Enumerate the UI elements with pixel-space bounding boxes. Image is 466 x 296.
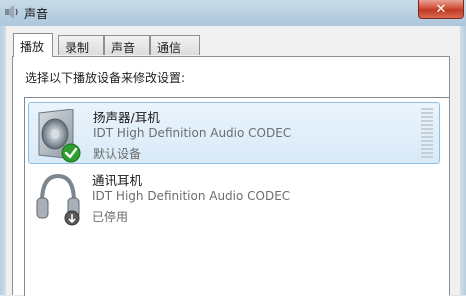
playback-device-list[interactable]: 扬声器/耳机 IDT High Definition Audio CODEC 默… — [24, 97, 449, 296]
tab-sounds[interactable]: 声音 — [104, 35, 150, 55]
tab-label: 通信 — [157, 41, 182, 55]
window-title: 声音 — [24, 7, 49, 21]
tab-playback[interactable]: 播放 — [13, 33, 53, 57]
headset-icon — [36, 173, 80, 226]
tab-label: 录制 — [65, 41, 90, 55]
instruction-text: 选择以下播放设备来修改设置: — [25, 71, 186, 85]
device-description: IDT High Definition Audio CODEC — [93, 126, 292, 140]
device-item-headset[interactable]: 通讯耳机 IDT High Definition Audio CODEC 已停用 — [28, 166, 440, 228]
sound-app-icon — [5, 5, 18, 19]
device-item-speakers[interactable]: 扬声器/耳机 IDT High Definition Audio CODEC 默… — [28, 102, 440, 164]
window-frame-right — [460, 26, 466, 295]
playback-panel: 选择以下播放设备来修改设置: 扬声器/耳机 IDT High Definitio… — [12, 56, 450, 296]
close-button[interactable]: ✕ — [418, 0, 464, 19]
device-description: IDT High Definition Audio CODEC — [92, 189, 291, 203]
dialog-body: 播放 录制 声音 通信 选择以下播放设备来修改设置: 扬声器/耳机 IDT Hi… — [6, 26, 460, 296]
device-status: 已停用 — [92, 210, 129, 224]
close-icon: ✕ — [435, 1, 447, 17]
tab-recording[interactable]: 录制 — [58, 35, 104, 55]
tab-label: 播放 — [20, 40, 45, 54]
tab-label: 声音 — [111, 41, 136, 55]
tab-communications[interactable]: 通信 — [150, 35, 200, 55]
device-status: 默认设备 — [93, 147, 142, 161]
device-name: 通讯耳机 — [92, 173, 143, 188]
disabled-arrow-icon — [64, 210, 80, 226]
default-check-icon — [61, 143, 81, 163]
device-name: 扬声器/耳机 — [93, 110, 160, 125]
volume-level-meter — [421, 108, 433, 158]
title-bar[interactable]: 声音 ✕ — [0, 0, 466, 27]
speaker-icon — [38, 109, 81, 163]
